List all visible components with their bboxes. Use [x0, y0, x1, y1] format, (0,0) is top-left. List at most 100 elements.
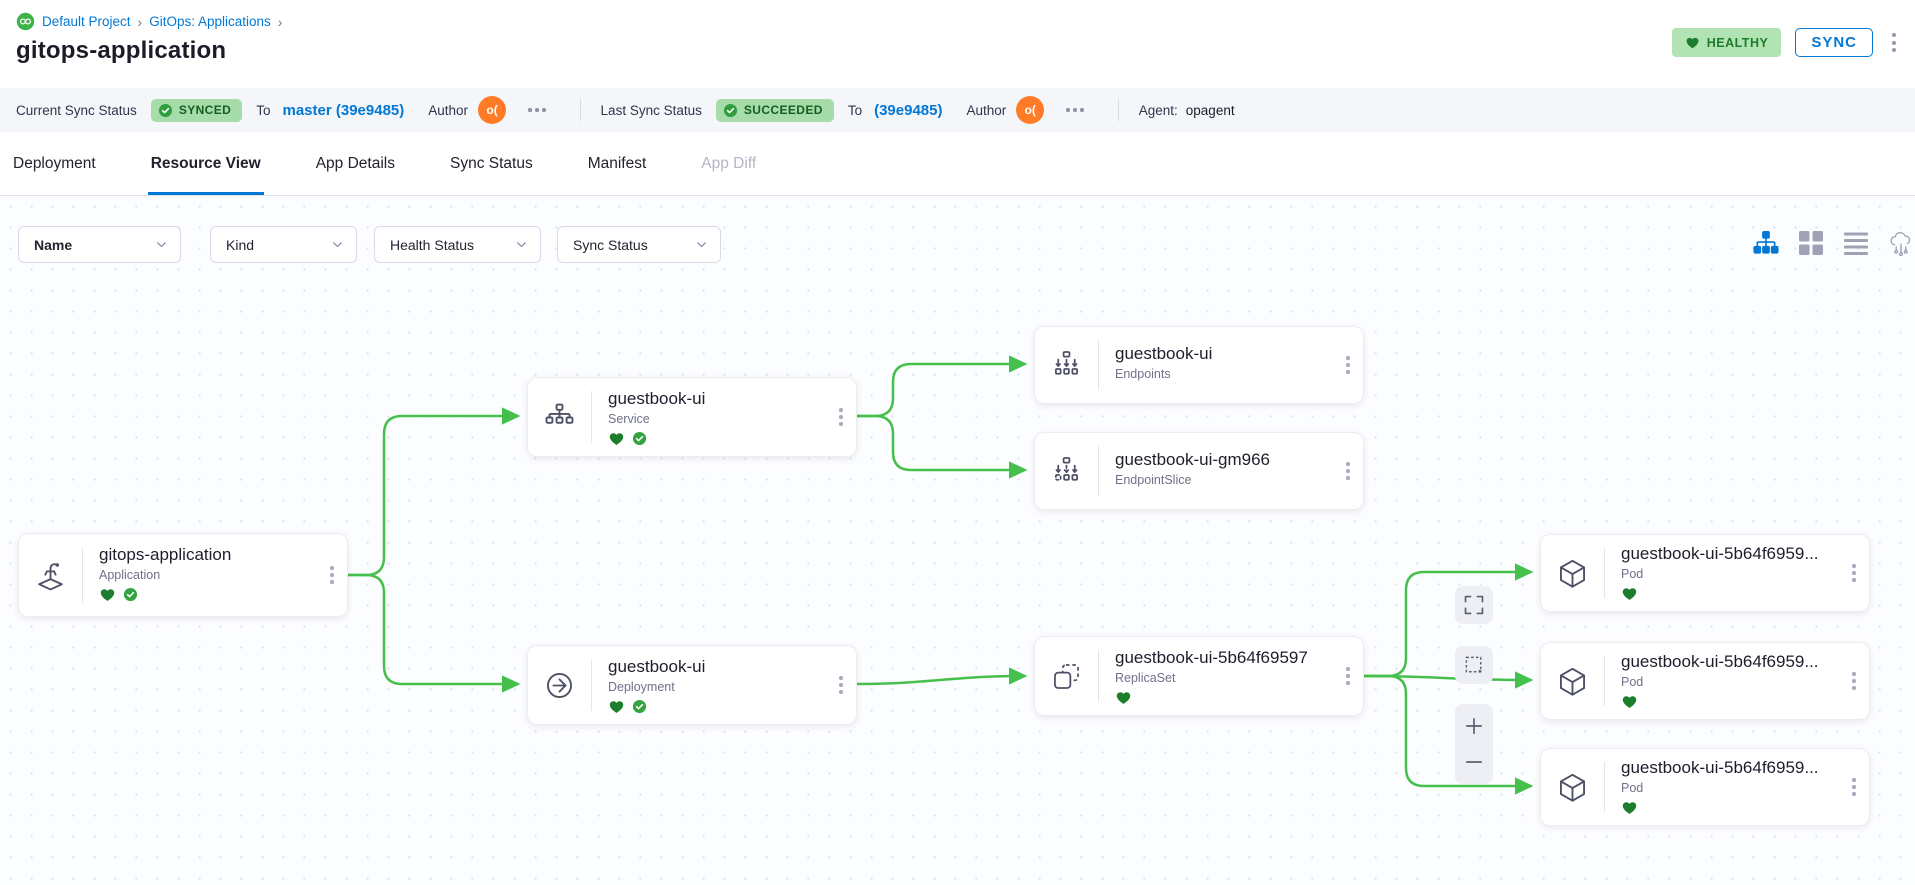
node-menu-icon[interactable]	[826, 378, 856, 456]
zoom-out-button[interactable]	[1463, 751, 1485, 773]
node-pod[interactable]: guestbook-ui-5b64f6959... Pod	[1540, 748, 1870, 826]
node-application[interactable]: gitops-application Application	[18, 533, 348, 617]
node-title: guestbook-ui	[1115, 344, 1333, 364]
node-pod[interactable]: guestbook-ui-5b64f6959... Pod	[1540, 534, 1870, 612]
node-menu-icon[interactable]	[317, 534, 347, 616]
breadcrumb-section-link[interactable]: GitOps: Applications	[149, 14, 271, 29]
health-badge-label: HEALTHY	[1707, 36, 1769, 50]
filter-name-label: Name	[34, 237, 72, 253]
health-status-badge: HEALTHY	[1672, 28, 1782, 57]
last-author-label: Author	[966, 103, 1006, 118]
healthy-heart-icon	[1621, 585, 1638, 607]
header-more-menu-icon[interactable]	[1887, 30, 1901, 55]
service-icon	[528, 378, 591, 456]
node-kind: Pod	[1621, 675, 1839, 689]
last-sync-status-label: Last Sync Status	[601, 103, 702, 118]
page-title: gitops-application	[16, 37, 1899, 65]
tab-sync-status[interactable]: Sync Status	[447, 132, 536, 195]
current-sync-more-icon[interactable]	[526, 104, 548, 116]
pod-icon	[1541, 643, 1604, 719]
tab-manifest[interactable]: Manifest	[585, 132, 650, 195]
zoom-in-button[interactable]	[1463, 715, 1485, 737]
tab-app-diff: App Diff	[698, 132, 759, 195]
node-service[interactable]: guestbook-ui Service	[527, 377, 857, 457]
resource-graph-canvas[interactable]: Name Kind Health Status Sync Status	[0, 196, 1915, 885]
filter-name-dropdown[interactable]: Name	[18, 226, 181, 263]
current-to-label: To	[256, 103, 270, 118]
chevron-down-icon	[155, 238, 168, 251]
select-area-icon	[1463, 654, 1485, 676]
replicaset-icon	[1035, 637, 1098, 715]
check-icon	[723, 103, 738, 118]
list-view-icon[interactable]	[1843, 230, 1869, 256]
node-status	[1621, 585, 1839, 607]
pod-icon	[1541, 535, 1604, 611]
chevron-down-icon	[331, 238, 344, 251]
node-body: gitops-application Application	[83, 534, 317, 616]
check-icon	[158, 103, 173, 118]
current-sync-status-label: Current Sync Status	[16, 103, 137, 118]
sync-button[interactable]: SYNC	[1795, 28, 1873, 57]
filter-health-status-dropdown[interactable]: Health Status	[374, 226, 541, 263]
filter-kind-label: Kind	[226, 237, 254, 253]
breadcrumb-project-link[interactable]: Default Project	[42, 14, 131, 29]
node-title: guestbook-ui-5b64f6959...	[1621, 652, 1839, 672]
fit-view-button[interactable]	[1455, 586, 1493, 624]
node-deployment[interactable]: guestbook-ui Deployment	[527, 645, 857, 725]
agent-label: Agent:	[1139, 103, 1178, 118]
node-status	[1621, 693, 1839, 715]
select-area-button[interactable]	[1455, 646, 1493, 684]
tab-resource-view[interactable]: Resource View	[148, 132, 264, 195]
node-kind: Endpoints	[1115, 367, 1333, 381]
node-body: guestbook-ui-5b64f6959... Pod	[1605, 749, 1839, 825]
node-kind: Service	[608, 412, 826, 426]
last-to-label: To	[848, 103, 862, 118]
divider	[1118, 99, 1119, 121]
synced-badge: SYNCED	[151, 99, 242, 122]
divider	[580, 99, 581, 121]
node-title: guestbook-ui-5b64f69597	[1115, 648, 1333, 668]
node-body: guestbook-ui Endpoints	[1099, 327, 1333, 403]
node-menu-icon[interactable]	[1333, 327, 1363, 403]
minus-icon	[1463, 751, 1485, 773]
filter-kind-dropdown[interactable]: Kind	[210, 226, 357, 263]
healthy-heart-icon	[1115, 689, 1132, 711]
breadcrumb: Default Project › GitOps: Applications ›	[16, 12, 1899, 31]
plus-icon	[1463, 715, 1485, 737]
chevron-down-icon	[515, 238, 528, 251]
synced-check-icon	[632, 431, 647, 451]
last-revision-link[interactable]: (39e9485)	[874, 102, 942, 119]
current-revision-link[interactable]: master (39e9485)	[283, 102, 405, 119]
node-body: guestbook-ui-gm966 EndpointSlice	[1099, 433, 1333, 509]
header-actions: HEALTHY SYNC	[1672, 28, 1901, 57]
node-menu-icon[interactable]	[826, 646, 856, 724]
tree-view-icon[interactable]	[1753, 230, 1779, 256]
node-replicaset[interactable]: guestbook-ui-5b64f69597 ReplicaSet	[1034, 636, 1364, 716]
healthy-heart-icon	[608, 698, 625, 720]
fit-view-icon	[1463, 594, 1485, 616]
synced-check-icon	[123, 587, 138, 607]
node-menu-icon[interactable]	[1839, 535, 1869, 611]
node-kind: Deployment	[608, 680, 826, 694]
grid-view-icon[interactable]	[1798, 230, 1824, 256]
tab-deployment[interactable]: Deployment	[10, 132, 99, 195]
node-menu-icon[interactable]	[1839, 643, 1869, 719]
node-menu-icon[interactable]	[1839, 749, 1869, 825]
node-menu-icon[interactable]	[1333, 433, 1363, 509]
breadcrumb-separator: ›	[138, 14, 143, 30]
application-icon	[19, 534, 82, 616]
node-endpointslice[interactable]: guestbook-ui-gm966 EndpointSlice	[1034, 432, 1364, 510]
node-pod[interactable]: guestbook-ui-5b64f6959... Pod	[1540, 642, 1870, 720]
node-endpoints[interactable]: guestbook-ui Endpoints	[1034, 326, 1364, 404]
node-kind: Pod	[1621, 781, 1839, 795]
node-menu-icon[interactable]	[1333, 637, 1363, 715]
tab-app-details[interactable]: App Details	[313, 132, 398, 195]
chevron-down-icon	[695, 238, 708, 251]
last-sync-more-icon[interactable]	[1064, 104, 1086, 116]
current-author-avatar: o(	[478, 96, 506, 124]
view-mode-toggles	[1753, 230, 1914, 256]
network-view-icon[interactable]	[1888, 230, 1914, 256]
filter-sync-status-dropdown[interactable]: Sync Status	[557, 226, 721, 263]
sync-status-bar: Current Sync Status SYNCED To master (39…	[0, 88, 1915, 132]
node-status	[99, 586, 317, 608]
